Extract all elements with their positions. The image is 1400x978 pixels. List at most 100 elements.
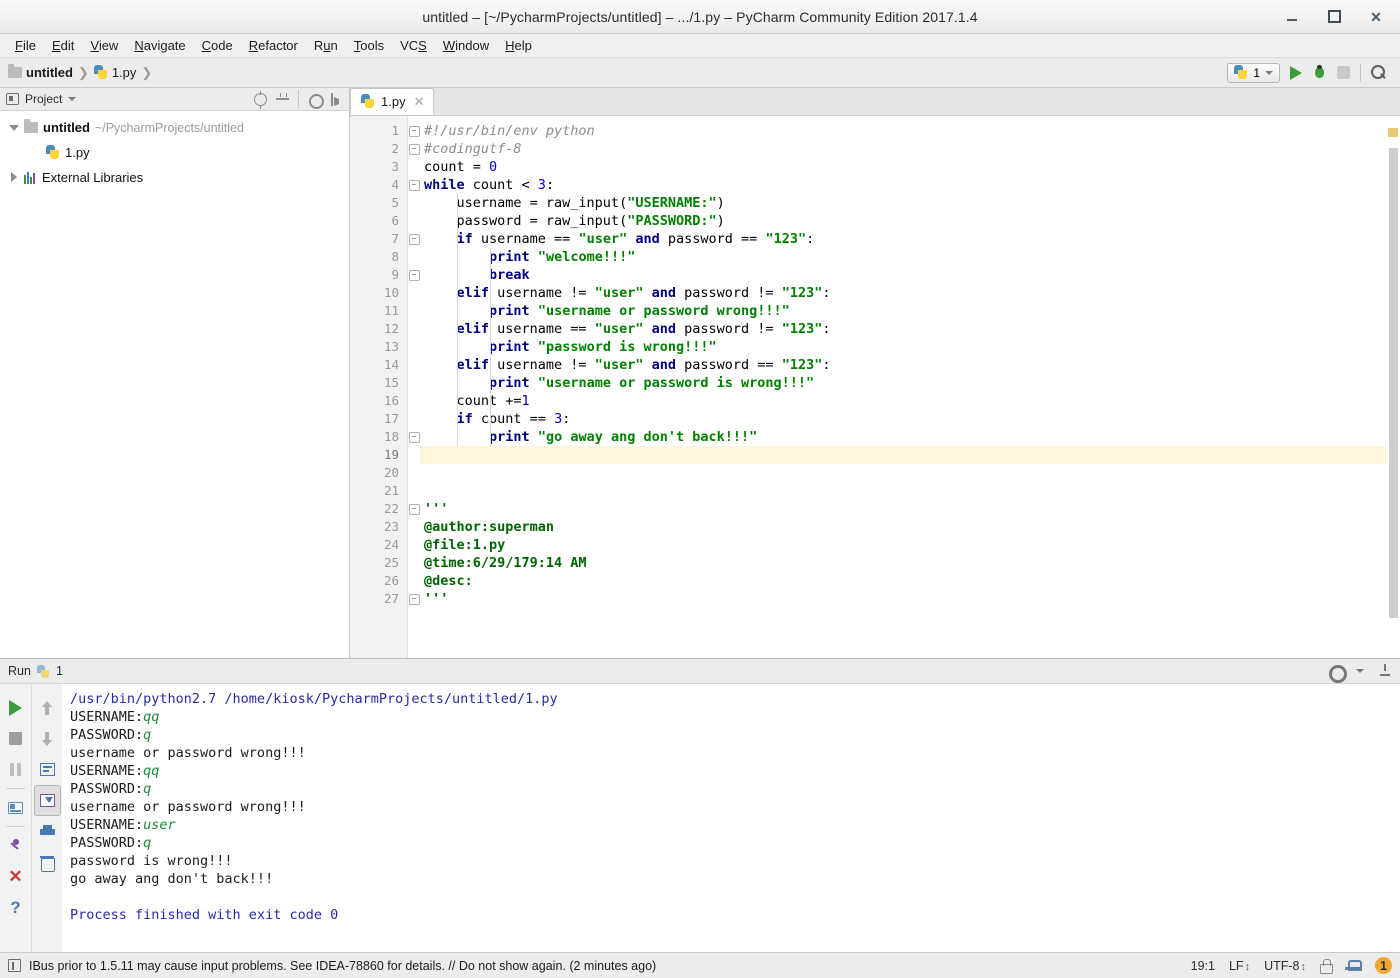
code-line[interactable]: username = raw_input("USERNAME:") [420, 194, 1386, 212]
code-line[interactable]: ''' [420, 500, 1386, 518]
fold-marker[interactable] [408, 428, 420, 446]
breadcrumb-file[interactable]: 1.py [92, 65, 139, 80]
search-icon[interactable] [1371, 65, 1386, 80]
fold-marker[interactable] [408, 266, 420, 284]
code-line[interactable] [420, 446, 1386, 464]
menu-code[interactable]: Code [195, 35, 240, 56]
scroll-from-source-icon[interactable] [254, 90, 267, 109]
soft-wrap-button[interactable] [34, 754, 61, 785]
close-tab-button[interactable]: ✕ [2, 861, 29, 892]
code-line[interactable]: while count < 3: [420, 176, 1386, 194]
fold-marker[interactable] [408, 500, 420, 518]
close-icon[interactable]: ✕ [414, 94, 425, 110]
chevron-right-icon[interactable] [8, 172, 19, 183]
run-button[interactable] [1290, 65, 1302, 80]
code-line[interactable]: print "password is wrong!!!" [420, 338, 1386, 356]
fold-marker[interactable] [408, 230, 420, 248]
close-button[interactable]: ✕ [1368, 9, 1384, 25]
hide-panel-icon[interactable] [330, 92, 343, 106]
menu-view[interactable]: View [83, 35, 125, 56]
tree-node-external-libraries[interactable]: External Libraries [0, 165, 349, 190]
code-line[interactable]: break [420, 266, 1386, 284]
console-line: /usr/bin/python2.7 /home/kiosk/PycharmPr… [70, 690, 1400, 708]
minimize-button[interactable] [1284, 9, 1300, 25]
menu-navigate[interactable]: Navigate [127, 35, 192, 56]
gear-icon[interactable] [1328, 664, 1347, 683]
tree-node-project-root[interactable]: untitled ~/PycharmProjects/untitled [0, 115, 349, 140]
editor-tab-1py[interactable]: 1.py ✕ [350, 88, 435, 115]
fold-marker[interactable] [408, 590, 420, 608]
run-configuration-selector[interactable]: 1 [1227, 62, 1280, 83]
code-line[interactable]: password = raw_input("PASSWORD:") [420, 212, 1386, 230]
debug-button[interactable] [1312, 65, 1327, 79]
code-editor[interactable]: 1 2 3 4 5 6 7 8 9 10 11 12 13 14 15 16 17 18 19 20 21 22 23 24 2… [350, 116, 1400, 658]
fold-marker[interactable] [408, 140, 420, 158]
code-token: print [489, 375, 530, 391]
menu-window[interactable]: Window [436, 35, 496, 56]
line-number: 7 [391, 231, 399, 246]
notification-badge[interactable]: 1 [1375, 957, 1392, 974]
editor-scrollbar[interactable] [1386, 116, 1400, 658]
code-line[interactable]: elif username != "user" and password != … [420, 284, 1386, 302]
collapse-all-icon[interactable] [276, 92, 289, 106]
title-bar: untitled – [~/PycharmProjects/untitled] … [0, 0, 1400, 34]
breadcrumb-project[interactable]: untitled [6, 64, 75, 80]
code-line[interactable]: if count == 3: [420, 410, 1386, 428]
code-line[interactable]: print "username or password is wrong!!!" [420, 374, 1386, 392]
hide-panel-icon[interactable] [1378, 664, 1392, 678]
line-number: 2 [391, 141, 399, 156]
menu-tools[interactable]: Tools [347, 35, 391, 56]
code-line[interactable]: @author:superman [420, 518, 1386, 536]
clear-all-button[interactable] [34, 847, 61, 878]
code-line[interactable]: #codingutf-8 [420, 140, 1386, 158]
menu-edit[interactable]: Edit [45, 35, 81, 56]
menu-help[interactable]: Help [498, 35, 539, 56]
code-line[interactable]: elif username != "user" and password == … [420, 356, 1386, 374]
breadcrumb-separator-2: ❯ [141, 64, 153, 80]
menu-file[interactable]: File [8, 35, 43, 56]
caret-position[interactable]: 19:1 [1191, 959, 1215, 973]
code-line[interactable]: if username == "user" and password == "1… [420, 230, 1386, 248]
gear-icon[interactable] [308, 93, 324, 109]
code-line[interactable]: elif username == "user" and password != … [420, 320, 1386, 338]
code-line[interactable]: @file:1.py [420, 536, 1386, 554]
hector-icon[interactable] [1345, 959, 1362, 972]
file-encoding[interactable]: UTF-8 [1264, 959, 1306, 973]
lock-icon[interactable] [1320, 959, 1333, 974]
scrollbar-thumb[interactable] [1389, 148, 1398, 618]
code-line[interactable]: @time:6/29/179:14 AM [420, 554, 1386, 572]
rerun-button[interactable] [2, 692, 29, 723]
fold-marker[interactable] [408, 122, 420, 140]
menu-vcs[interactable]: VCS [393, 35, 434, 56]
maximize-button[interactable] [1326, 9, 1342, 25]
code-line[interactable]: #!/usr/bin/env python [420, 122, 1386, 140]
code-folding-column[interactable] [408, 116, 420, 658]
code-line[interactable]: print "go away ang don't back!!!" [420, 428, 1386, 446]
code-line[interactable] [420, 482, 1386, 500]
notification-icon[interactable] [8, 959, 21, 972]
fold-marker[interactable] [408, 176, 420, 194]
code-line[interactable]: ''' [420, 590, 1386, 608]
chevron-down-icon[interactable] [68, 97, 77, 101]
line-separator[interactable]: LF [1229, 959, 1250, 973]
console-output[interactable]: /usr/bin/python2.7 /home/kiosk/PycharmPr… [62, 684, 1400, 952]
chevron-down-icon[interactable] [1356, 669, 1364, 673]
code-text[interactable]: #!/usr/bin/env python #codingutf-8 count =… [420, 116, 1386, 658]
code-line[interactable]: @desc: [420, 572, 1386, 590]
line-number: 6 [391, 213, 399, 228]
code-line[interactable]: count +=1 [420, 392, 1386, 410]
code-line[interactable] [420, 464, 1386, 482]
print-button[interactable] [34, 816, 61, 847]
code-line[interactable]: print "welcome!!!" [420, 248, 1386, 266]
scroll-to-end-button[interactable] [33, 785, 61, 816]
code-line[interactable]: count = 0 [420, 158, 1386, 176]
line-number: 27 [383, 591, 399, 606]
tree-node-file[interactable]: 1.py [0, 140, 349, 165]
show-console-button[interactable] [2, 792, 29, 823]
menu-run[interactable]: Run [307, 35, 345, 56]
pin-tab-button[interactable] [2, 830, 29, 861]
chevron-down-icon[interactable] [8, 122, 19, 133]
code-line[interactable]: print "username or password wrong!!!" [420, 302, 1386, 320]
help-button[interactable]: ? [2, 892, 29, 923]
menu-refactor[interactable]: Refactor [242, 35, 305, 56]
